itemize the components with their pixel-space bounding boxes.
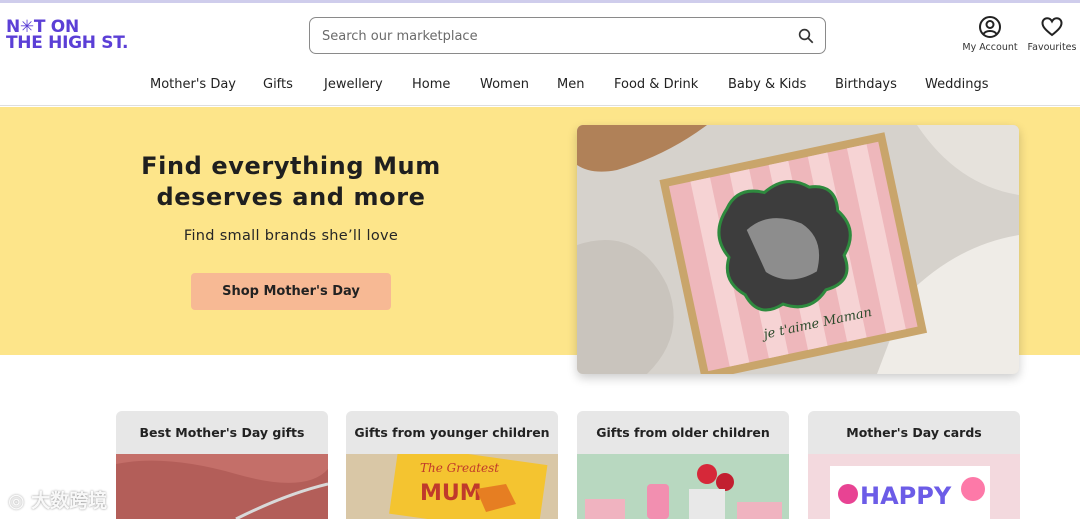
category-label: Gifts from younger children: [346, 411, 558, 454]
hero-image[interactable]: je t'aime Maman: [577, 125, 1019, 374]
category-card-gifts-older-children[interactable]: Gifts from older children: [577, 411, 789, 519]
favourites-link[interactable]: Favourites: [1024, 15, 1080, 53]
nav-item-birthdays[interactable]: Birthdays: [835, 77, 897, 92]
hero-title: Find everything Mum deserves and more: [141, 152, 441, 211]
hero-subtitle: Find small brands she’ll love: [183, 228, 399, 244]
framed-print-illustration: je t'aime Maman: [577, 125, 1019, 374]
shop-mothers-day-button[interactable]: Shop Mother's Day: [191, 273, 391, 310]
nav-item-gifts[interactable]: Gifts: [263, 77, 293, 92]
nav-item-home[interactable]: Home: [412, 77, 450, 92]
watermark-text: 大数跨境: [31, 490, 108, 512]
my-account-label: My Account: [962, 42, 1018, 53]
my-account-link[interactable]: My Account: [958, 15, 1022, 53]
nav-item-jewellery[interactable]: Jewellery: [324, 77, 383, 92]
nav-item-women[interactable]: Women: [480, 77, 529, 92]
favourites-label: Favourites: [1027, 42, 1077, 53]
search-icon[interactable]: [797, 27, 815, 45]
heart-icon: [1041, 17, 1063, 37]
category-card-gifts-younger-children[interactable]: Gifts from younger children The Greatest…: [346, 411, 558, 519]
nav-item-food-drink[interactable]: Food & Drink: [614, 77, 698, 92]
gift-hamper-image: [577, 454, 789, 519]
nav-item-baby-kids[interactable]: Baby & Kids: [728, 77, 806, 92]
category-card-best-mothers-day-gifts[interactable]: Best Mother's Day gifts: [116, 411, 328, 519]
nav-item-weddings[interactable]: Weddings: [925, 77, 988, 92]
card-text-happy: HAPPY: [860, 482, 952, 510]
logo-line-2: THE HIGH ST.: [6, 33, 129, 53]
account-icon: [979, 16, 1001, 38]
search-bar: [309, 17, 826, 54]
site-logo[interactable]: N✳T ON THE HIGH ST.: [6, 19, 136, 53]
category-label: Best Mother's Day gifts: [116, 411, 328, 454]
card-text-greatest: The Greatest: [420, 461, 499, 475]
watermark: ◎ 大数跨境: [8, 486, 107, 513]
top-accent-line: [0, 0, 1080, 3]
nav-item-men[interactable]: Men: [557, 77, 584, 92]
category-label: Mother's Day cards: [808, 411, 1020, 454]
greatest-mum-card-image: The Greatest MUM: [346, 454, 558, 519]
watermark-icon: ◎: [8, 490, 25, 512]
category-card-mothers-day-cards[interactable]: Mother's Day cards HAPPY: [808, 411, 1020, 519]
knitwear-image: [116, 454, 328, 519]
card-text-mum: MUM: [420, 481, 482, 506]
category-label: Gifts from older children: [577, 411, 789, 454]
happy-card-image: HAPPY: [808, 454, 1020, 519]
main-navigation: Mother's Day Gifts Jewellery Home Women …: [0, 70, 1080, 106]
search-input[interactable]: [322, 26, 772, 46]
nav-item-mothers-day[interactable]: Mother's Day: [150, 77, 236, 92]
